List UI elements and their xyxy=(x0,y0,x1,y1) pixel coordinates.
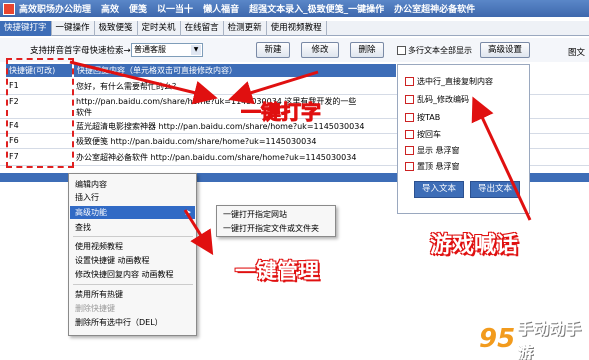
arrow-to-typing xyxy=(69,60,218,105)
watermark-logo: 95 手动动手游 xyxy=(479,319,589,360)
watermark-number: 95 xyxy=(479,324,516,354)
arrow-to-submenu xyxy=(183,209,214,256)
annotation-game-chat: 游戏喊话 xyxy=(430,233,519,258)
watermark-text: 手动动手游 xyxy=(517,319,582,360)
arrow-to-settings xyxy=(471,96,532,221)
annotation-one-key-manage: 一键管理 xyxy=(235,259,319,283)
arrow-from-search xyxy=(228,70,319,105)
annotation-arrows xyxy=(69,60,532,256)
annotation-one-key-typing: 一键打字 xyxy=(241,100,322,125)
